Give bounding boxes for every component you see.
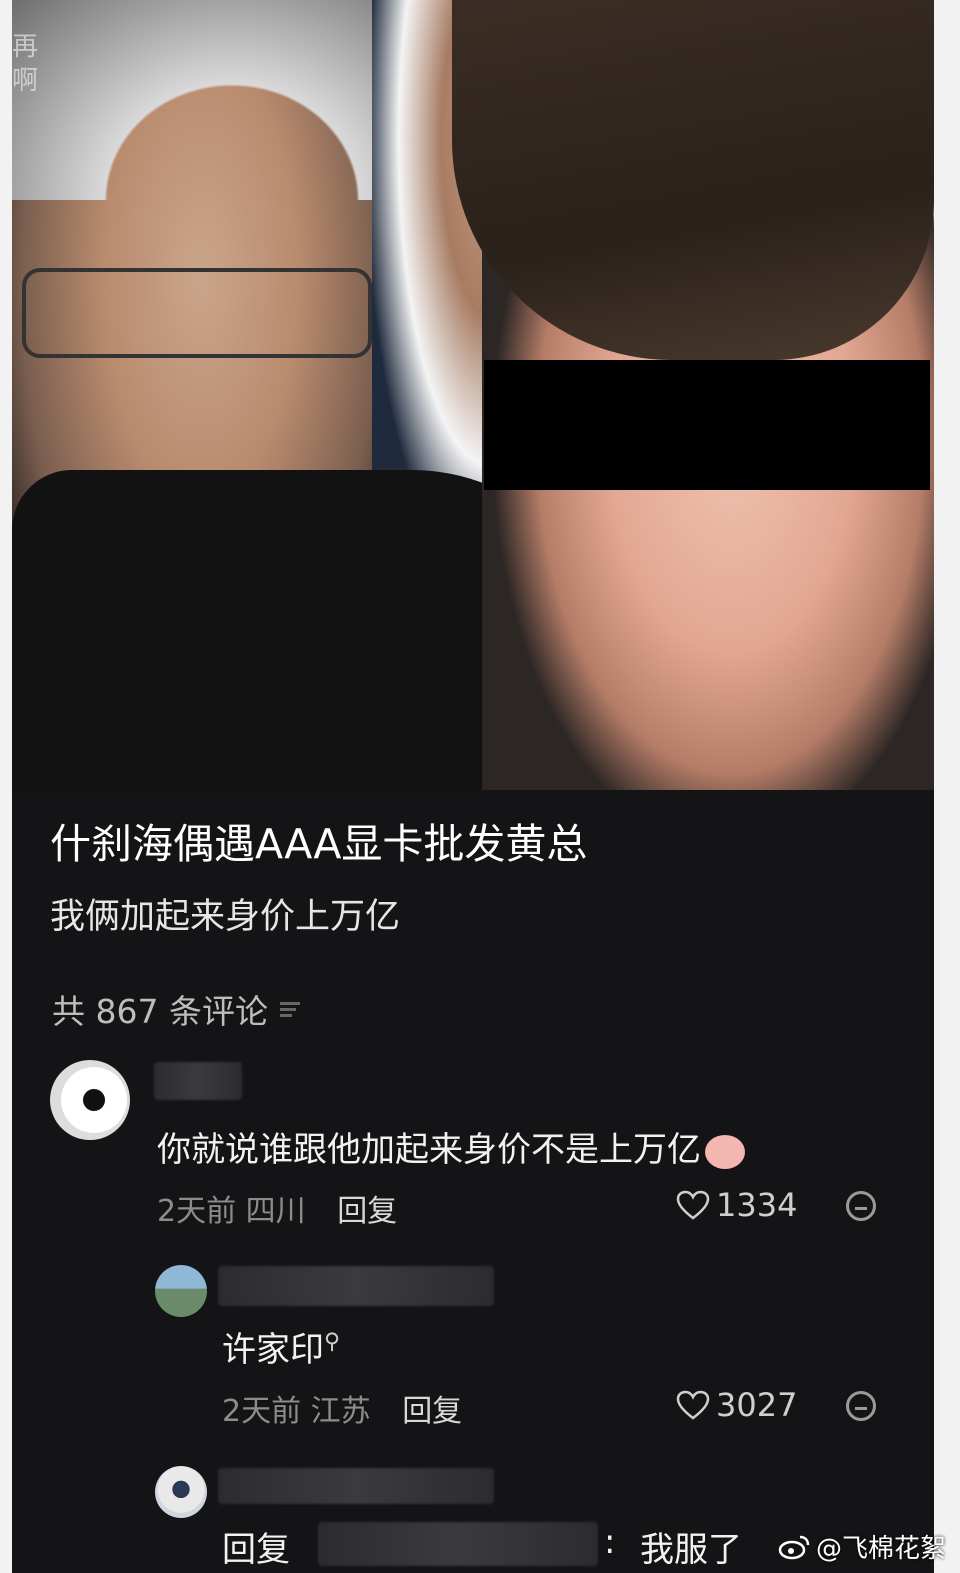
glasses xyxy=(22,268,372,358)
comment-meta: 2天前 江苏 回复 xyxy=(222,1394,463,1429)
like-button[interactable]: 1334 xyxy=(676,1186,797,1224)
username-blurred xyxy=(218,1468,494,1504)
search-icon[interactable]: ⚲ xyxy=(324,1330,340,1355)
username-blurred xyxy=(154,1062,242,1100)
heart-icon xyxy=(676,1390,710,1420)
comment-text: 我服了 xyxy=(640,1530,742,1570)
weibo-watermark: @飞棉花絮 xyxy=(778,1528,946,1565)
comment-meta: 2天前 四川 回复 xyxy=(157,1194,398,1229)
photo-watermark: 再 啊 xyxy=(12,32,39,96)
username-blurred xyxy=(218,1266,494,1306)
avatar[interactable] xyxy=(155,1265,207,1317)
censor-bar xyxy=(484,360,930,490)
comment-count: 共 867 条评论 xyxy=(52,985,302,1033)
dislike-icon[interactable] xyxy=(846,1391,876,1421)
comment-reply-prefix: 回复 xyxy=(222,1530,290,1570)
post-photo[interactable]: 再 啊 xyxy=(12,0,934,790)
reply-button[interactable]: 回复 xyxy=(337,1194,397,1229)
reply-target-blurred xyxy=(318,1522,598,1566)
post-screenshot: 再 啊 什刹海偶遇AAA显卡批发黄总 我俩加起来身价上万亿 共 867 条评论 … xyxy=(12,0,934,1573)
post-title: 什刹海偶遇AAA显卡批发黄总 xyxy=(50,820,588,868)
avatar[interactable] xyxy=(50,1060,130,1140)
comment-text: 许家印⚲ xyxy=(222,1329,341,1370)
avatar[interactable] xyxy=(155,1466,207,1518)
post-subtitle: 我俩加起来身价上万亿 xyxy=(50,897,401,937)
reply-colon: : xyxy=(604,1522,616,1562)
like-button[interactable]: 3027 xyxy=(676,1386,797,1424)
dislike-icon[interactable] xyxy=(846,1191,876,1221)
like-count: 3027 xyxy=(716,1386,798,1424)
pig-emoji-icon xyxy=(705,1134,745,1169)
comment-text: 你就说谁跟他加起来身价不是上万亿 xyxy=(157,1122,745,1171)
sort-icon[interactable] xyxy=(279,1000,302,1018)
heart-icon xyxy=(676,1190,710,1220)
weibo-logo-icon xyxy=(778,1535,810,1559)
like-count: 1334 xyxy=(716,1186,798,1224)
reply-button[interactable]: 回复 xyxy=(402,1394,462,1429)
